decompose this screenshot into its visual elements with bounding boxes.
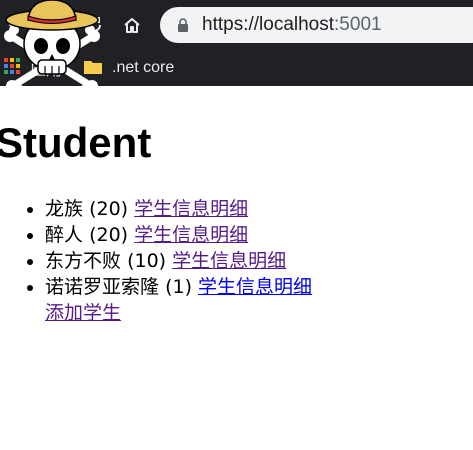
student-name: 龙族 <box>45 198 84 220</box>
add-student-link[interactable]: 添加学生 <box>45 300 121 326</box>
student-age: (20) <box>89 198 129 220</box>
student-detail-link[interactable]: 学生信息明细 <box>172 250 286 272</box>
bookmark-net-core[interactable]: .net core <box>112 57 174 79</box>
student-item: 醉人 (20) 学生信息明细 <box>45 222 312 248</box>
student-name: 醉人 <box>45 224 84 246</box>
address-bar[interactable]: https://localhost:5001 <box>160 7 473 43</box>
student-age: (1) <box>165 276 192 298</box>
student-age: (20) <box>89 224 129 246</box>
lock-icon <box>178 18 188 32</box>
skull-avatar-icon <box>4 0 100 92</box>
student-list: 龙族 (20) 学生信息明细 醉人 (20) 学生信息明细 东方不败 (10) … <box>0 196 312 300</box>
student-name: 东方不败 <box>45 250 122 272</box>
student-item: 龙族 (20) 学生信息明细 <box>45 196 312 222</box>
home-button[interactable] <box>120 13 144 37</box>
url-text: https://localhost:5001 <box>202 14 382 36</box>
url-host: https://localhost <box>202 14 335 35</box>
student-detail-link[interactable]: 学生信息明细 <box>134 224 248 246</box>
student-item: 东方不败 (10) 学生信息明细 <box>45 248 312 274</box>
page-title: Student <box>0 119 152 166</box>
bookmark-net-core-label: .net core <box>112 59 175 76</box>
student-detail-link[interactable]: 学生信息明细 <box>198 276 312 298</box>
student-detail-link[interactable]: 学生信息明细 <box>134 198 248 220</box>
student-age: (10) <box>127 250 167 272</box>
student-name: 诺诺罗亚索隆 <box>45 276 160 298</box>
url-port: :5001 <box>334 14 382 35</box>
student-item: 诺诺罗亚索隆 (1) 学生信息明细 <box>45 274 312 300</box>
home-icon <box>124 18 140 33</box>
